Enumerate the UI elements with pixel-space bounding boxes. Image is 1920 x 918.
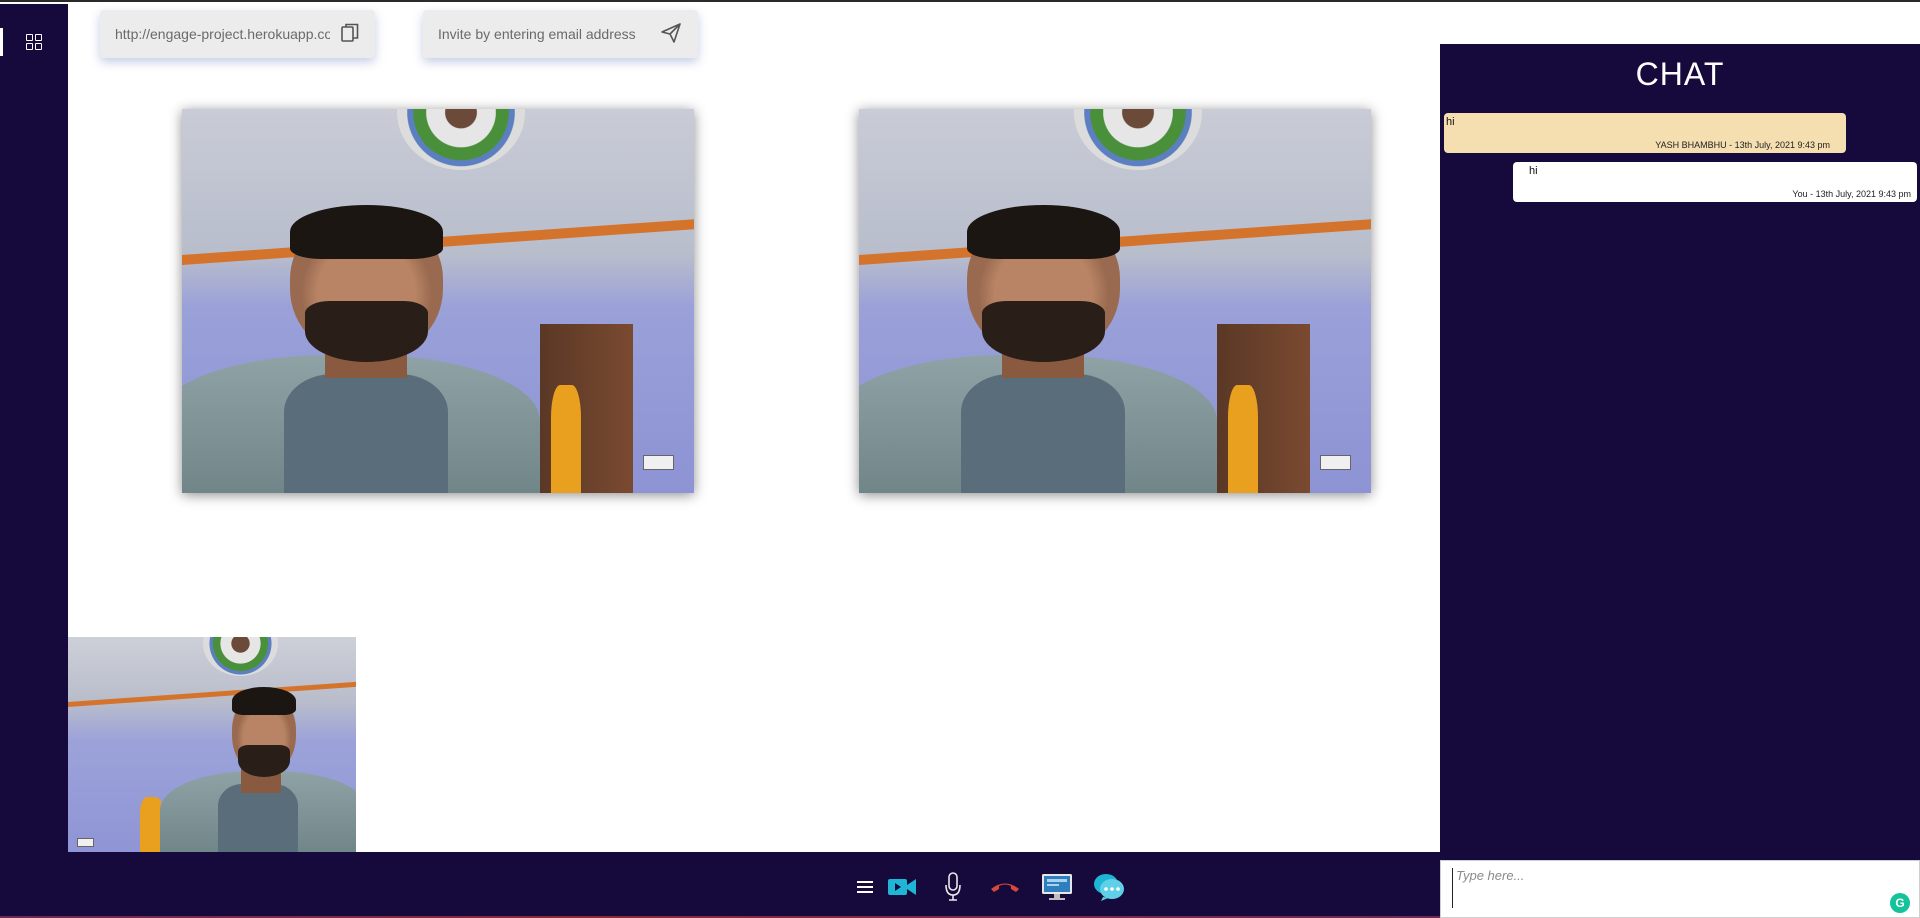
meeting-link-text[interactable]: http://engage-project.herokuapp.com — [115, 26, 330, 42]
copy-icon[interactable] — [341, 23, 359, 43]
meeting-link-box[interactable]: http://engage-project.herokuapp.com — [100, 10, 375, 58]
self-view-video[interactable] — [68, 637, 356, 853]
hamburger-menu-icon — [857, 881, 873, 893]
toggle-video-button[interactable] — [887, 872, 917, 902]
video-tile-remote[interactable] — [182, 109, 694, 493]
chat-message-outgoing: hi You - 13th July, 2021 9:43 pm — [1513, 162, 1917, 202]
message-text: hi — [1529, 165, 1538, 177]
video-feed — [182, 109, 694, 493]
video-call-page: http://engage-project.herokuapp.com Invi… — [0, 0, 1920, 918]
chat-message-input[interactable] — [1452, 868, 1892, 908]
left-sidebar — [0, 4, 68, 852]
chat-title: CHAT — [1635, 56, 1725, 92]
grammarly-icon[interactable]: G — [1890, 893, 1910, 913]
phone-hangup-icon — [991, 883, 1019, 892]
chat-message-incoming: hi YASH BHAMBHU - 13th July, 2021 9:43 p… — [1444, 113, 1846, 153]
share-screen-button[interactable] — [1041, 872, 1073, 902]
active-indicator — [0, 28, 3, 56]
video-feed — [68, 637, 356, 853]
video-camera-icon — [888, 879, 916, 895]
video-tile-local[interactable] — [859, 109, 1371, 493]
toggle-chat-button[interactable] — [1093, 872, 1125, 902]
message-meta: YASH BHAMBHU - 13th July, 2021 9:43 pm — [1655, 140, 1830, 150]
grid-view-button[interactable] — [0, 26, 68, 58]
message-text: hi — [1446, 116, 1455, 128]
microphone-icon — [945, 872, 961, 901]
chat-bubble-icon — [1094, 874, 1124, 901]
grid-view-icon — [26, 34, 42, 50]
menu-button[interactable] — [856, 872, 874, 902]
chat-panel: CHAT hi YASH BHAMBHU - 13th July, 2021 9… — [1440, 44, 1920, 918]
video-feed — [859, 109, 1371, 493]
message-meta: You - 13th July, 2021 9:43 pm — [1792, 189, 1911, 199]
call-controls-toolbar — [0, 852, 1440, 918]
toggle-mic-button[interactable] — [942, 872, 964, 902]
screen-share-icon — [1042, 874, 1072, 900]
send-icon[interactable] — [660, 22, 682, 44]
chat-input-box: G — [1440, 860, 1920, 918]
end-call-button[interactable] — [988, 872, 1022, 902]
invite-email-box — [423, 10, 698, 58]
invite-email-input[interactable] — [438, 26, 648, 42]
